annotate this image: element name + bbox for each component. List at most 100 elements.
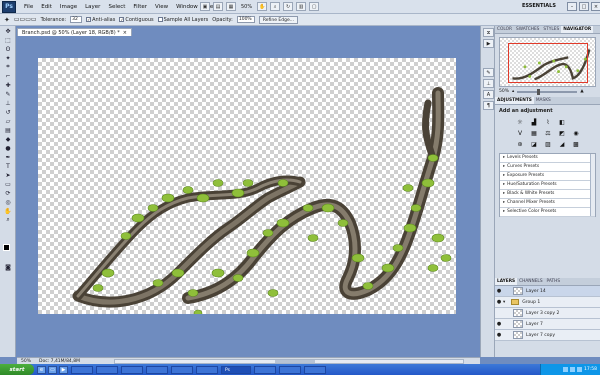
zoom-tool-icon[interactable]: ⌕	[270, 2, 281, 11]
zoom-in-icon[interactable]: ▲	[580, 89, 583, 94]
navigator-preview[interactable]	[499, 37, 596, 87]
curves-icon[interactable]: ⌇	[543, 118, 553, 127]
start-button[interactable]: start	[0, 364, 34, 375]
eye-icon[interactable]: ●	[495, 288, 503, 294]
preset-item[interactable]: ▸ Levels Presets	[500, 154, 595, 163]
maximize-button[interactable]: □	[579, 2, 589, 11]
actions-panel-icon[interactable]: ▶	[483, 39, 494, 48]
exposure-icon[interactable]: ◧	[557, 118, 567, 127]
clone-stamp-tool-icon[interactable]: ⊥	[2, 99, 14, 107]
preset-item[interactable]: ▸ Hue/Saturation Presets	[500, 181, 595, 190]
lasso-tool-icon[interactable]: ʘ	[2, 45, 14, 53]
brushes-panel-icon[interactable]: ✎	[483, 68, 494, 77]
tray-volume-icon[interactable]	[570, 367, 576, 372]
eye-icon[interactable]: ●	[495, 332, 503, 338]
navigator-view-rectangle[interactable]	[508, 43, 588, 83]
blur-tool-icon[interactable]: ◆	[2, 135, 14, 143]
taskbar-item[interactable]	[146, 365, 168, 374]
foreground-color-swatch[interactable]	[3, 244, 10, 251]
tab-swatches[interactable]: SWATCHES	[514, 26, 541, 33]
tab-layers[interactable]: LAYERS	[495, 278, 518, 285]
tab-navigator[interactable]: NAVIGATOR	[561, 26, 594, 33]
navigator-zoom-value[interactable]: 50%	[499, 89, 509, 94]
tab-color[interactable]: COLOR	[495, 26, 514, 33]
posterize-icon[interactable]: ▨	[543, 140, 553, 149]
clone-source-panel-icon[interactable]: ⊥	[483, 79, 494, 88]
invert-icon[interactable]: ◪	[529, 140, 539, 149]
disclosure-triangle-icon[interactable]: ▾	[503, 300, 505, 305]
brightness-contrast-icon[interactable]: ☼	[515, 118, 525, 127]
workspace-switcher[interactable]: ESSENTIALS	[522, 3, 556, 9]
minimize-button[interactable]: –	[567, 2, 577, 11]
tab-channels[interactable]: CHANNELS	[517, 278, 544, 285]
menu-file[interactable]: File	[20, 0, 37, 14]
history-brush-tool-icon[interactable]: ↺	[2, 108, 14, 116]
eye-icon[interactable]: ●	[495, 321, 503, 327]
preset-item[interactable]: ▸ Black & White Presets	[500, 190, 595, 199]
color-balance-icon[interactable]: ⚖	[543, 129, 553, 138]
menu-select[interactable]: Select	[104, 0, 129, 14]
pen-tool-icon[interactable]: ✒	[2, 153, 14, 161]
channel-mixer-icon[interactable]: ⊛	[515, 140, 525, 149]
crop-tool-icon[interactable]: ⌗	[2, 63, 14, 71]
taskbar-item-photoshop[interactable]: Ps	[221, 365, 251, 374]
eye-icon[interactable]: ●	[495, 299, 503, 305]
menu-view[interactable]: View	[151, 0, 172, 14]
mini-bridge-icon[interactable]: ▤	[213, 2, 223, 11]
layer-row[interactable]: ● Layer 7 copy	[495, 330, 600, 341]
eraser-tool-icon[interactable]: ▱	[2, 117, 14, 125]
tolerance-input[interactable]: 32	[70, 16, 83, 23]
levels-icon[interactable]: ▟	[529, 118, 539, 127]
close-button[interactable]: ×	[591, 2, 600, 11]
menu-filter[interactable]: Filter	[129, 0, 151, 14]
tab-paths[interactable]: PATHS	[545, 278, 563, 285]
selection-mode-icon[interactable]: ▭▭▭▭	[14, 16, 37, 23]
hue-saturation-icon[interactable]: ▦	[529, 129, 539, 138]
screen-mode-icon[interactable]: ▢	[309, 2, 320, 11]
photo-filter-icon[interactable]: ◉	[571, 129, 581, 138]
move-tool-icon[interactable]: ✥	[2, 27, 14, 35]
layer-row[interactable]: ● Layer 7	[495, 319, 600, 330]
selective-color-icon[interactable]: ▩	[571, 140, 581, 149]
bridge-icon[interactable]: ▣	[200, 2, 210, 11]
tab-styles[interactable]: STYLES	[541, 26, 561, 33]
preset-item[interactable]: ▸ Channel Mixer Presets	[500, 199, 595, 208]
anti-alias-checkbox[interactable]: ✓ Anti-alias	[86, 17, 115, 23]
tab-masks[interactable]: MASKS	[534, 97, 553, 104]
taskbar-item[interactable]	[196, 365, 218, 374]
hand-tool-icon[interactable]: ✋	[257, 2, 268, 11]
menu-edit[interactable]: Edit	[37, 0, 56, 14]
menu-layer[interactable]: Layer	[81, 0, 104, 14]
canvas[interactable]	[38, 58, 456, 314]
tray-security-icon[interactable]	[577, 367, 583, 372]
clock[interactable]: 17:58	[584, 367, 597, 372]
character-panel-icon[interactable]: A	[483, 90, 494, 99]
threshold-icon[interactable]: ◢	[557, 140, 567, 149]
history-panel-icon[interactable]: ⧖	[483, 28, 494, 37]
zoom-out-icon[interactable]: ▴	[512, 89, 514, 94]
refine-edge-button[interactable]: Refine Edge...	[258, 15, 299, 24]
3d-camera-tool-icon[interactable]: ◎	[2, 198, 14, 206]
arrange-documents-icon[interactable]: ▥	[296, 2, 307, 11]
zoom-tool-icon[interactable]: ⌕	[2, 216, 14, 224]
media-player-icon[interactable]: ▶	[59, 365, 68, 374]
tray-network-icon[interactable]	[563, 367, 569, 372]
black-white-icon[interactable]: ◩	[557, 129, 567, 138]
taskbar-item[interactable]	[304, 365, 326, 374]
magic-wand-icon[interactable]: ✦	[4, 16, 10, 24]
layer-group-row[interactable]: ● ▾ Group 1	[495, 297, 600, 308]
layer-row[interactable]: ● Layer 14	[495, 286, 600, 297]
navigator-zoom-slider[interactable]	[517, 88, 578, 95]
vibrance-icon[interactable]: V	[515, 129, 525, 138]
dodge-tool-icon[interactable]: ●	[2, 144, 14, 152]
presets-scrollbar[interactable]	[590, 154, 595, 216]
ie-icon[interactable]: e	[37, 365, 46, 374]
view-extras-icon[interactable]: ▦	[226, 2, 236, 11]
show-desktop-icon[interactable]: ▭	[48, 365, 57, 374]
hand-tool-icon[interactable]: ✋	[2, 207, 14, 215]
marquee-tool-icon[interactable]: ⬚	[2, 36, 14, 44]
taskbar-item[interactable]	[71, 365, 93, 374]
taskbar-item[interactable]	[121, 365, 143, 374]
taskbar-item[interactable]	[171, 365, 193, 374]
gradient-tool-icon[interactable]: ▤	[2, 126, 14, 134]
